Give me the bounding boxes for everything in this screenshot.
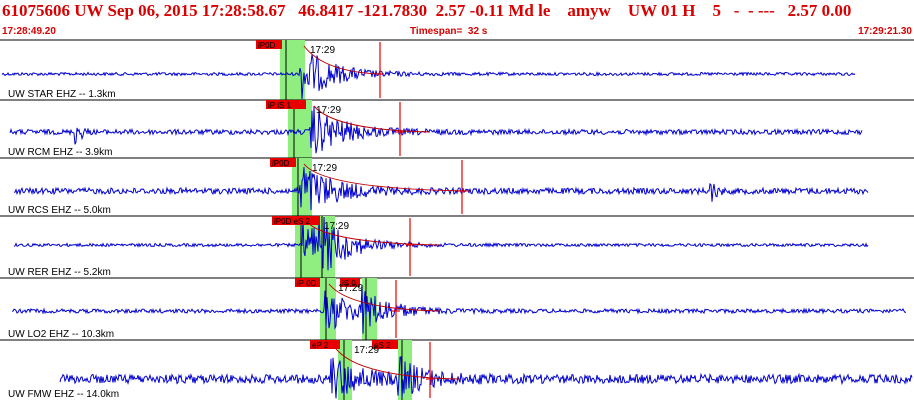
- p-pick-label[interactable]: iP iS 1: [266, 100, 306, 110]
- waveform-trace: [13, 167, 869, 211]
- pick-text: iP0D: [258, 41, 276, 50]
- waveform-trace: [59, 356, 913, 399]
- pick-time-label: 17:29: [354, 345, 379, 356]
- seismogram-viewer: 61075606 UW Sep 06, 2015 17:28:58.67 46.…: [0, 0, 914, 400]
- waveform-trace: [11, 284, 907, 334]
- coda-decay-curve: [333, 345, 461, 380]
- waveform-panel[interactable]: iP0D 17:29 UW STAR EHZ -- 1.3km iP iS 1 17:2…: [0, 0, 914, 400]
- pick-time-label: 17:29: [310, 45, 335, 56]
- trace-row: iP 0D iS 017:29UW LO2 EHZ -- 10.3km: [0, 277, 914, 340]
- trace-row: iP0D 17:29 UW STAR EHZ -- 1.3km: [0, 39, 914, 100]
- station-label: UW STAR EHZ -- 1.3km: [8, 89, 116, 100]
- waveform-trace: [9, 106, 863, 154]
- trace-row: eP 2 eS 217:29UW FMW EHZ -- 14.0km: [0, 339, 914, 400]
- p-pick-label[interactable]: iP0D: [270, 158, 296, 168]
- station-label: UW RCM EHZ -- 3.9km: [8, 147, 112, 158]
- trace-row: iP0D eS 2 17:29 UW RER EHZ -- 5.2km: [0, 215, 914, 278]
- p-pick-label[interactable]: iP0D eS 2: [272, 216, 320, 226]
- trace-row: iP0D 17:29 UW RCS EHZ -- 5.0km: [0, 157, 914, 216]
- station-label: UW FMW EHZ -- 14.0km: [8, 389, 119, 400]
- p-pick-label[interactable]: eP 2: [310, 340, 340, 350]
- station-label: UW LO2 EHZ -- 10.3km: [8, 329, 114, 340]
- trace-row: iP iS 1 17:29 UW RCM EHZ -- 3.9km: [0, 99, 914, 158]
- pick-time-label: 17:29: [324, 221, 349, 232]
- pick-text: eP 2: [312, 341, 329, 350]
- pick-text: iP iS 1: [268, 101, 292, 110]
- pick-time-label: 17:29: [316, 105, 341, 116]
- waveform-trace: [1, 54, 856, 100]
- pick-time-label: 17:29: [338, 283, 363, 294]
- pick-text: iP0D: [272, 159, 290, 168]
- pick-text: iP 0D: [297, 279, 317, 288]
- p-pick-label[interactable]: iP0D: [256, 40, 282, 50]
- station-label: UW RER EHZ -- 5.2km: [8, 267, 111, 278]
- p-pick-label[interactable]: iP 0D: [295, 278, 320, 288]
- waveform-trace: [13, 216, 869, 271]
- pick-text: iP0D eS 2: [274, 217, 311, 226]
- pick-time-label: 17:29: [312, 163, 337, 174]
- station-label: UW RCS EHZ -- 5.0km: [8, 205, 111, 216]
